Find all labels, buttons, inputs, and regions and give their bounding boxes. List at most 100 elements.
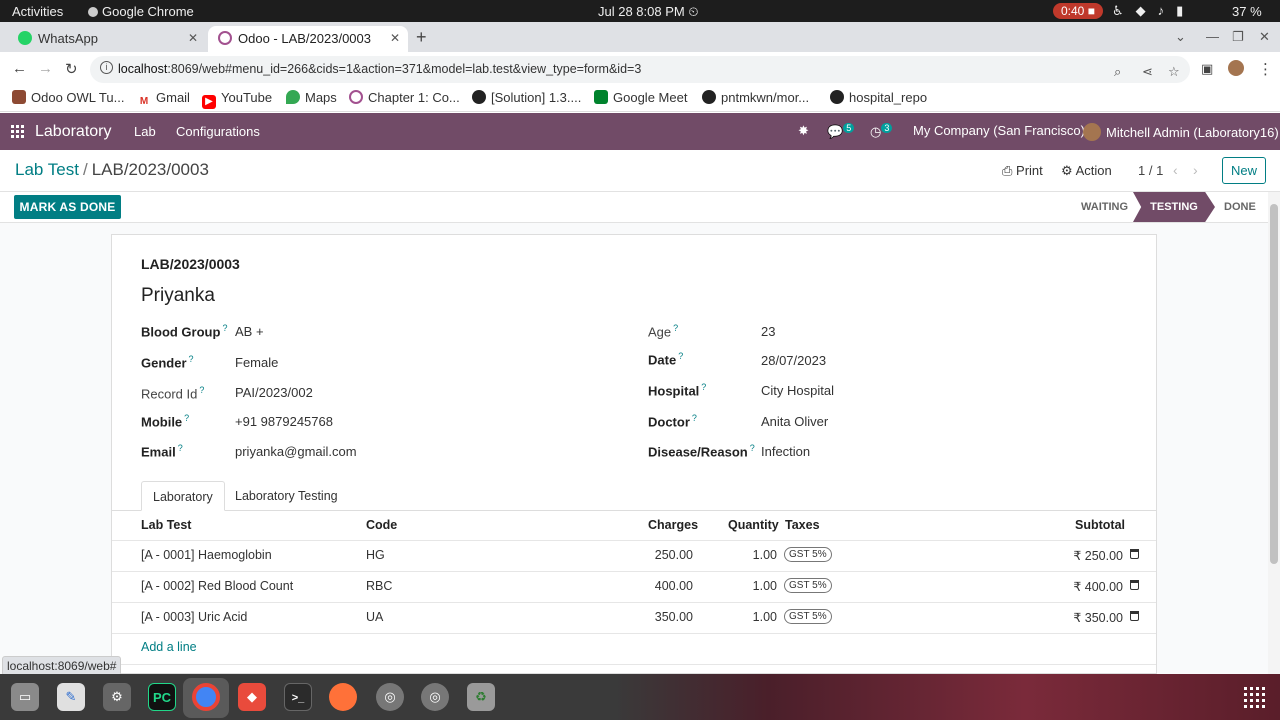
cell-lab-test[interactable]: [A - 0003] Uric Acid: [141, 610, 247, 624]
side-panel-icon[interactable]: ▣: [1201, 61, 1213, 77]
bot-app-icon[interactable]: ⚙: [103, 683, 131, 711]
bookmark-item[interactable]: Chapter 1: Co...: [349, 90, 460, 105]
col-code[interactable]: Code: [366, 518, 397, 532]
bookmark-item[interactable]: Odoo OWL Tu...: [12, 90, 124, 105]
app-brand[interactable]: Laboratory: [35, 123, 112, 141]
field-email[interactable]: priyanka@gmail.com: [235, 444, 357, 459]
disc-icon[interactable]: ◎: [421, 683, 449, 711]
cell-code[interactable]: HG: [366, 548, 385, 562]
maximize-icon[interactable]: ❐: [1232, 29, 1244, 45]
help-icon[interactable]: ?: [178, 443, 183, 453]
terminal-icon[interactable]: >_: [284, 683, 312, 711]
close-tab-icon[interactable]: ✕: [188, 31, 198, 45]
debug-bug-icon[interactable]: ✸: [798, 123, 809, 139]
messages-button[interactable]: 💬 5: [827, 123, 855, 140]
cell-quantity[interactable]: 1.00: [720, 579, 777, 593]
firefox-icon[interactable]: [329, 683, 357, 711]
trash-icon[interactable]: [1130, 611, 1139, 621]
address-bar[interactable]: i localhost:8069/web#menu_id=266&cids=1&…: [90, 56, 1190, 83]
help-icon[interactable]: ?: [692, 413, 697, 423]
help-icon[interactable]: ?: [678, 351, 683, 361]
zoom-icon[interactable]: ⌕: [1114, 64, 1121, 80]
bookmark-star-icon[interactable]: ☆: [1168, 64, 1180, 80]
new-tab-icon[interactable]: +: [416, 27, 427, 48]
add-line-link[interactable]: Add a line: [141, 640, 197, 654]
cell-charges[interactable]: 250.00: [620, 548, 693, 562]
pager-next-icon[interactable]: ›: [1193, 162, 1198, 178]
pycharm-icon[interactable]: PC: [148, 683, 176, 711]
pager-value[interactable]: 1 / 1: [1138, 163, 1163, 178]
trash-icon[interactable]: [1130, 549, 1139, 559]
app-menu-icon[interactable]: [11, 125, 24, 138]
tab-laboratory-testing[interactable]: Laboratory Testing: [224, 481, 349, 511]
company-switcher[interactable]: My Company (San Francisco): [913, 123, 1085, 138]
bookmark-item[interactable]: hospital_repo: [830, 90, 927, 105]
menu-lab[interactable]: Lab: [134, 124, 156, 139]
chrome-icon[interactable]: [192, 683, 220, 711]
tab-search-icon[interactable]: ⌄: [1175, 29, 1186, 45]
trash-bin-icon[interactable]: ♻: [467, 683, 495, 711]
files-icon[interactable]: ▭: [11, 683, 39, 711]
cell-code[interactable]: RBC: [366, 579, 392, 593]
bookmark-item[interactable]: ▶ YouTube: [202, 90, 272, 109]
bookmark-item[interactable]: [Solution] 1.3....: [472, 90, 581, 105]
help-icon[interactable]: ?: [750, 443, 755, 453]
tax-tag[interactable]: GST 5%: [784, 578, 832, 593]
bookmark-item[interactable]: Maps: [286, 90, 337, 105]
bookmark-item[interactable]: M Gmail: [137, 90, 190, 109]
field-hospital[interactable]: City Hospital: [761, 383, 834, 398]
reload-icon[interactable]: ↻: [65, 60, 78, 78]
help-icon[interactable]: ?: [189, 354, 194, 364]
tab-laboratory[interactable]: Laboratory: [141, 481, 225, 511]
pager-previous-icon[interactable]: ‹: [1173, 162, 1178, 178]
cell-lab-test[interactable]: [A - 0001] Haemoglobin: [141, 548, 272, 562]
tax-tag[interactable]: GST 5%: [784, 609, 832, 624]
new-button[interactable]: New: [1222, 157, 1266, 184]
user-menu[interactable]: Mitchell Admin (Laboratory16): [1083, 123, 1279, 141]
menu-configurations[interactable]: Configurations: [176, 124, 260, 139]
cell-quantity[interactable]: 1.00: [720, 548, 777, 562]
cell-lab-test[interactable]: [A - 0002] Red Blood Count: [141, 579, 293, 593]
col-subtotal[interactable]: Subtotal: [1075, 518, 1125, 532]
print-button[interactable]: ⎙ Print: [1002, 163, 1043, 179]
stage-testing[interactable]: TESTING: [1133, 192, 1215, 222]
cell-charges[interactable]: 350.00: [620, 610, 693, 624]
mark-as-done-button[interactable]: MARK AS DONE: [14, 195, 121, 219]
patient-name[interactable]: Priyanka: [141, 285, 215, 307]
field-gender[interactable]: Female: [235, 355, 278, 370]
text-editor-icon[interactable]: ✎: [57, 683, 85, 711]
cell-quantity[interactable]: 1.00: [720, 610, 777, 624]
field-disease-reason[interactable]: Infection: [761, 444, 810, 459]
minimize-icon[interactable]: —: [1206, 29, 1219, 44]
help-icon[interactable]: ?: [222, 323, 227, 333]
cell-charges[interactable]: 400.00: [620, 579, 693, 593]
system-tray[interactable]: ♿◆♪▮: [1112, 3, 1195, 19]
show-apps-icon[interactable]: [1244, 687, 1265, 708]
back-icon[interactable]: ←: [12, 60, 27, 77]
action-button[interactable]: ⚙ Action: [1061, 163, 1112, 179]
focused-app-menu[interactable]: Google Chrome: [88, 4, 194, 19]
close-window-icon[interactable]: ✕: [1259, 29, 1270, 45]
stage-waiting[interactable]: WAITING: [1081, 192, 1128, 222]
close-tab-icon[interactable]: ✕: [390, 31, 400, 45]
share-icon[interactable]: ⋖: [1142, 64, 1153, 80]
help-icon[interactable]: ?: [199, 385, 204, 395]
chrome-menu-icon[interactable]: ⋮: [1258, 60, 1273, 78]
bookmark-item[interactable]: pntmkwn/mor...: [702, 90, 809, 105]
git-client-icon[interactable]: ◆: [238, 683, 266, 711]
field-blood-group[interactable]: AB +: [235, 324, 264, 339]
activities-button[interactable]: ◷ 3: [870, 123, 893, 140]
disc-icon[interactable]: ◎: [376, 683, 404, 711]
trash-icon[interactable]: [1130, 580, 1139, 590]
field-date[interactable]: 28/07/2023: [761, 353, 826, 368]
col-lab-test[interactable]: Lab Test: [141, 518, 191, 532]
recording-indicator[interactable]: 0:40 ■: [1053, 3, 1103, 19]
cell-code[interactable]: UA: [366, 610, 383, 624]
activities-button[interactable]: Activities: [12, 4, 63, 19]
help-icon[interactable]: ?: [184, 413, 189, 423]
tab-odoo[interactable]: Odoo - LAB/2023/0003 ✕: [208, 26, 408, 52]
help-icon[interactable]: ?: [673, 323, 678, 333]
forward-icon[interactable]: →: [38, 60, 53, 77]
clock[interactable]: Jul 28 8:08 PM ⏲: [598, 4, 698, 20]
col-taxes[interactable]: Taxes: [785, 518, 820, 532]
